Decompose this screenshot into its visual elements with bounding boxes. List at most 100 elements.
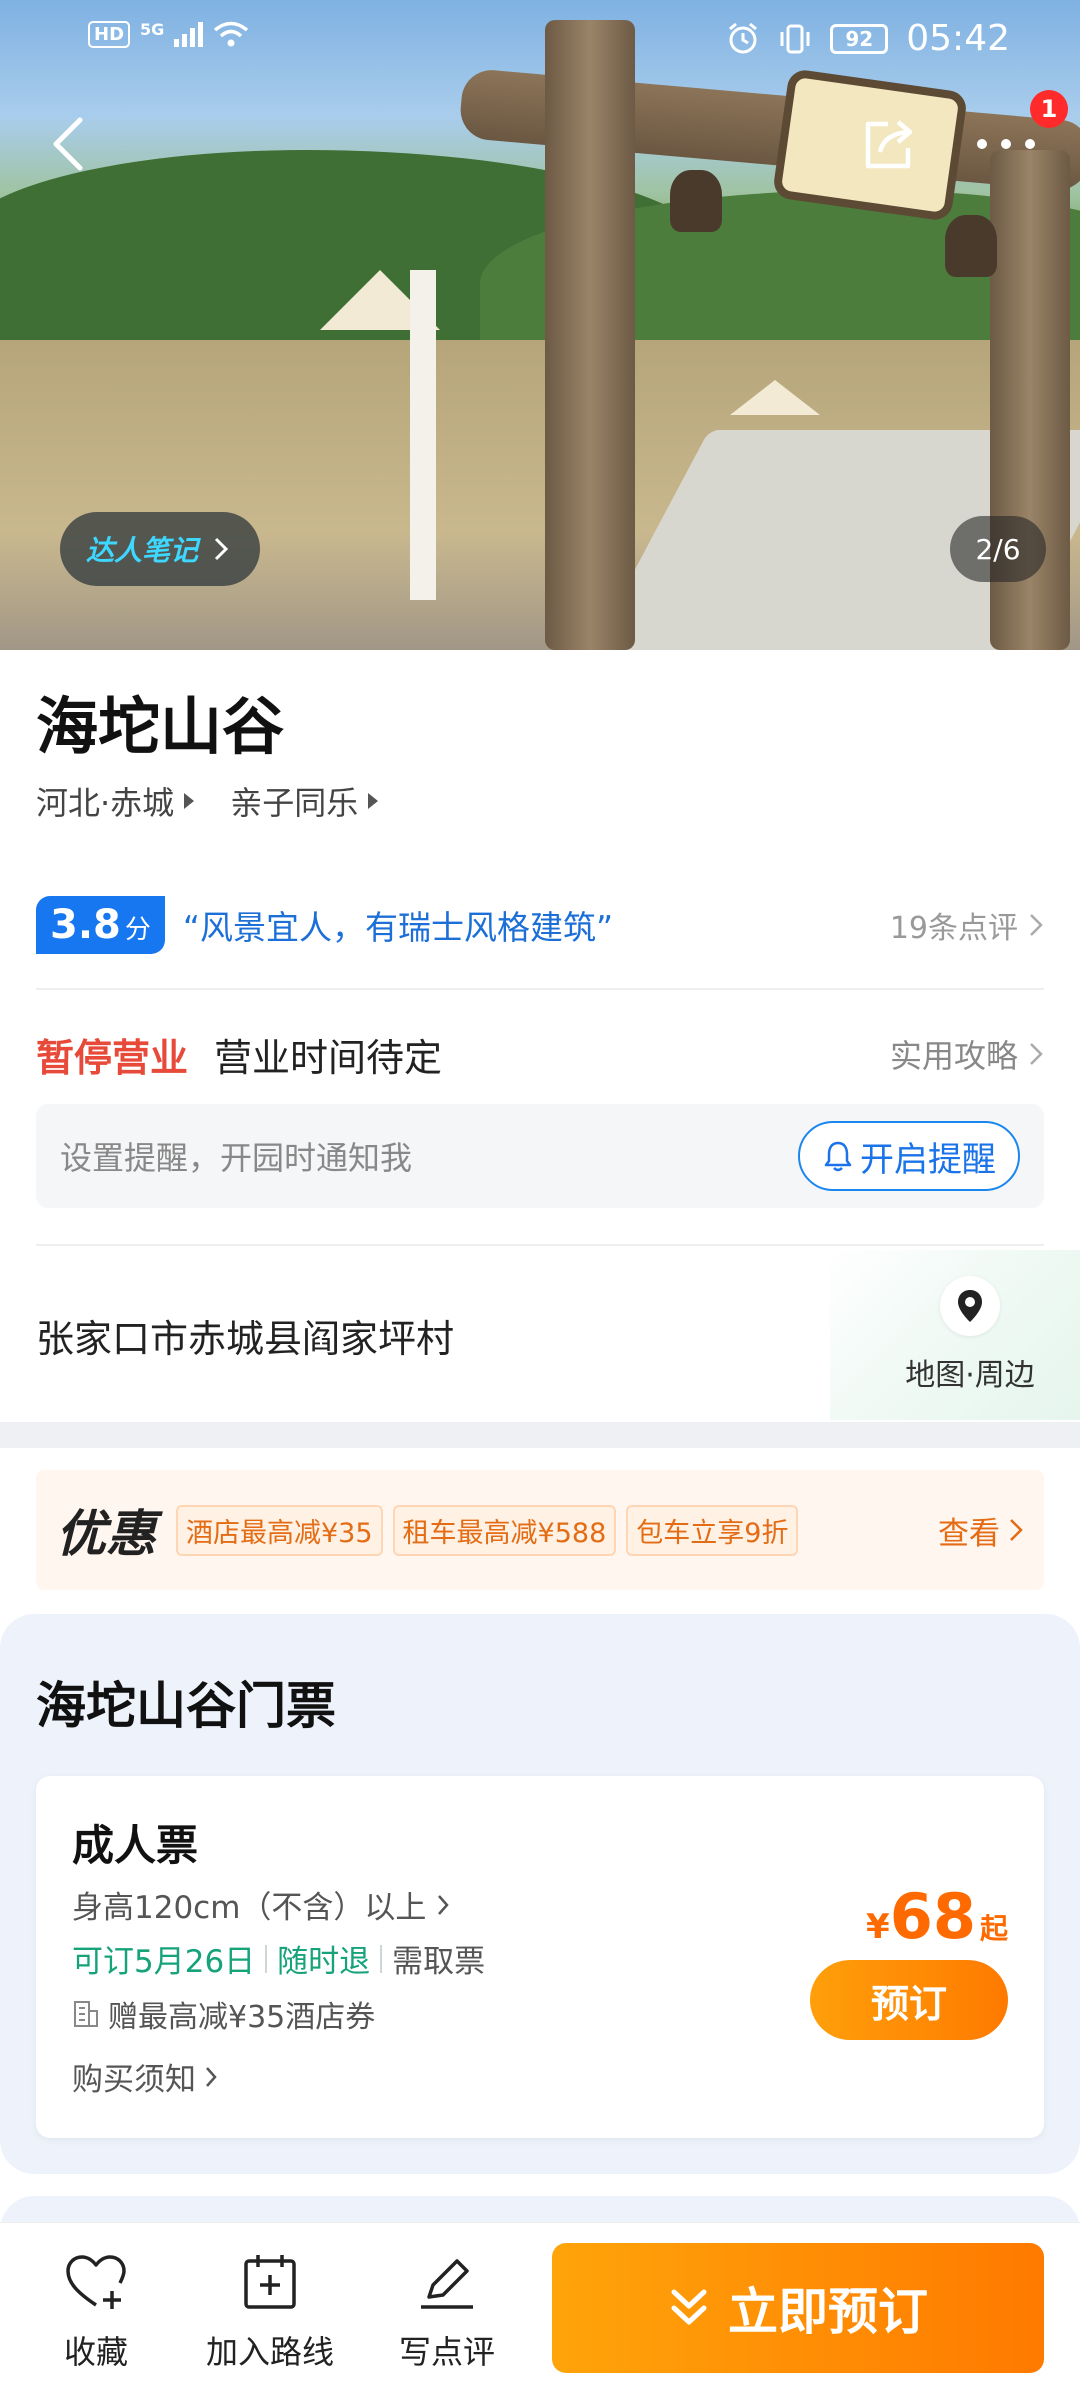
book-now-label: 立即预订	[728, 2283, 928, 2341]
book-now-button[interactable]: 立即预订	[552, 2243, 1044, 2373]
opening-status-row: 暂停营业 营业时间待定 实用攻略	[36, 1024, 1044, 1084]
promo-view-label: 查看	[938, 1515, 1000, 1552]
score-unit: 分	[124, 915, 151, 945]
heart-add-icon	[66, 2255, 126, 2309]
ticket-name: 成人票	[72, 1821, 199, 1870]
pencil-icon	[421, 2259, 473, 2309]
chevron-right-icon	[1010, 1519, 1023, 1541]
bottom-action-bar: 收藏 加入路线 写点评 立即预订	[0, 2222, 1080, 2400]
favorite-label: 收藏	[63, 2333, 128, 2371]
practical-guide-label: 实用攻略	[889, 1037, 1018, 1075]
height-rule-link[interactable]: 身高120cm（不含）以上	[72, 1882, 450, 1927]
bookable-date: 可订5月26日	[72, 1944, 256, 1980]
location-pin-icon	[958, 1290, 982, 1322]
reviews-count: 19条点评	[889, 911, 1018, 946]
chevron-right-icon	[1030, 1043, 1043, 1065]
score-value: 3.8	[50, 902, 121, 948]
purchase-notice-link[interactable]: 购买须知	[72, 2054, 218, 2099]
map-nearby-label: 地图·周边	[905, 1358, 1035, 1393]
rating-row[interactable]: 3.8 分 “风景宜人，有瑞士风格建筑” 19条点评	[36, 894, 1044, 956]
map-pin-container	[940, 1276, 1000, 1336]
practical-guide-link[interactable]: 实用攻略	[890, 1031, 1044, 1077]
page-title: 海坨山谷	[36, 690, 285, 763]
promo-tag-charter: 包车立享9折	[626, 1504, 799, 1556]
section-separator	[0, 1422, 1080, 1448]
hero-bell	[945, 215, 997, 277]
reviews-link[interactable]: 19条点评	[890, 903, 1044, 947]
vibrate-icon	[780, 24, 810, 53]
chevron-left-icon	[53, 117, 83, 171]
enable-reminder-label: 开启提醒	[860, 1139, 996, 1180]
signal-icon	[174, 21, 204, 47]
calendar-add-icon	[244, 2255, 296, 2309]
share-button[interactable]	[848, 104, 928, 184]
tag-divider	[380, 1944, 383, 1973]
divider	[36, 1244, 1044, 1246]
hero-gate-post-left	[545, 20, 635, 650]
ticket-book-button[interactable]: 预订	[810, 1960, 1008, 2040]
refund-policy: 随时退	[277, 1944, 371, 1980]
review-quote: “风景宜人，有瑞士风格建筑”	[182, 908, 614, 947]
hero-white-post	[410, 270, 436, 600]
price-value: 68	[889, 1880, 976, 1953]
price-suffix: 起	[979, 1912, 1008, 1945]
more-dots-icon	[977, 139, 1035, 149]
notification-badge: 1	[1030, 90, 1068, 128]
promo-tag-hotel: 酒店最高减¥35	[176, 1504, 383, 1556]
closed-status: 暂停营业	[36, 1035, 189, 1080]
building-icon	[74, 2001, 98, 2027]
write-review-label: 写点评	[398, 2333, 495, 2371]
divider	[36, 988, 1044, 990]
hero-bell	[670, 170, 722, 232]
ticket-price: ¥ 68 起	[866, 1880, 1008, 1953]
pickup-requirement: 需取票	[392, 1944, 486, 1980]
caret-right-icon	[184, 793, 195, 809]
price-currency: ¥	[866, 1907, 890, 1947]
alarm-icon	[729, 22, 758, 53]
map-nearby-button[interactable]: 地图·周边	[890, 1276, 1050, 1394]
hotel-coupon-text: 赠最高减¥35酒店券	[108, 2000, 376, 2035]
promo-label: 优惠	[56, 1505, 156, 1563]
battery-indicator: 92	[830, 23, 889, 54]
reminder-box: 设置提醒，开园时通知我 开启提醒	[36, 1104, 1044, 1208]
favorite-button[interactable]: 收藏	[50, 2253, 142, 2373]
hd-badge: HD	[88, 20, 131, 48]
chevron-right-icon	[206, 2066, 217, 2087]
address-text[interactable]: 张家口市赤城县阎家坪村	[36, 1308, 454, 1363]
add-route-button[interactable]: 加入路线	[200, 2253, 340, 2373]
chevron-right-icon	[438, 1894, 450, 1915]
back-button[interactable]	[28, 104, 108, 184]
location-link[interactable]: 河北·赤城	[36, 778, 195, 824]
hotel-coupon: 赠最高减¥35酒店券	[72, 1992, 375, 2036]
category-link[interactable]: 亲子同乐	[230, 778, 379, 824]
purchase-notice-label: 购买须知	[72, 2062, 196, 2098]
expert-notes-label: 达人笔记	[86, 534, 199, 567]
ticket-section-title: 海坨山谷门票	[36, 1677, 336, 1735]
image-counter: 2/6	[950, 516, 1046, 582]
ticket-card[interactable]: 成人票 身高120cm（不含）以上 可订5月26日 随时退 需取票 赠最高减¥3…	[36, 1776, 1044, 2138]
enable-reminder-button[interactable]: 开启提醒	[798, 1121, 1020, 1191]
share-icon	[865, 120, 913, 169]
reminder-hint: 设置提醒，开园时通知我	[60, 1139, 413, 1177]
breadcrumb: 河北·赤城 亲子同乐	[36, 778, 379, 824]
opening-hours: 营业时间待定	[214, 1035, 443, 1080]
score-badge: 3.8 分	[36, 896, 165, 954]
hero-tent-far	[730, 380, 820, 415]
category-label: 亲子同乐	[230, 784, 359, 822]
expert-notes-button[interactable]: 达人笔记	[60, 512, 261, 586]
promo-view-link[interactable]: 查看	[938, 1508, 1024, 1553]
double-chevron-down-icon	[671, 2289, 707, 2325]
clock: 05:42	[906, 18, 1010, 59]
wifi-icon	[214, 21, 249, 47]
chevron-right-icon	[214, 537, 229, 561]
chevron-right-icon	[1030, 914, 1043, 936]
promo-tag-car-rental: 租车最高减¥588	[392, 1504, 617, 1556]
add-route-label: 加入路线	[205, 2333, 334, 2371]
tag-divider	[265, 1944, 268, 1973]
network-type: 5G	[140, 20, 165, 39]
status-bar: HD 5G 92 05:42	[0, 0, 1080, 80]
promo-banner[interactable]: 优惠 酒店最高减¥35 租车最高减¥588 包车立享9折 查看	[36, 1470, 1044, 1590]
location-label: 河北·赤城	[36, 784, 175, 822]
write-review-button[interactable]: 写点评	[392, 2253, 502, 2373]
caret-right-icon	[368, 793, 379, 809]
